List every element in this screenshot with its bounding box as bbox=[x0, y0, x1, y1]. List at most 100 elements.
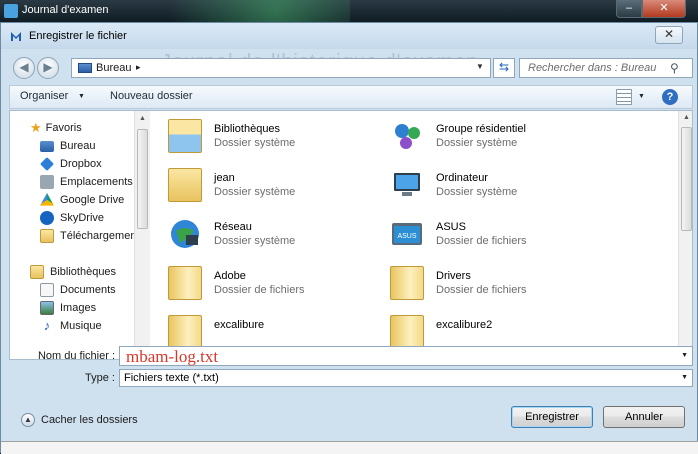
sidebar-item-favorites[interactable]: ★ Favoris bbox=[30, 119, 82, 137]
sidebar-item-label: Documents bbox=[60, 284, 116, 296]
filename-value[interactable]: mbam-log.txt bbox=[126, 347, 218, 367]
nav-scrollbar[interactable]: ▲ ▼ bbox=[134, 111, 150, 359]
file-list-scroll-thumb[interactable] bbox=[681, 127, 692, 231]
google-drive-icon bbox=[40, 193, 54, 206]
sidebar-item-google-drive[interactable]: Google Drive bbox=[40, 191, 124, 209]
search-input[interactable]: Rechercher dans : Bureau ⚲ bbox=[519, 58, 693, 78]
folder-icon bbox=[390, 266, 424, 300]
file-type-select[interactable]: Fichiers texte (*.txt) ▼ bbox=[119, 369, 693, 387]
asus-folder-icon: ASUS bbox=[392, 223, 422, 245]
homegroup-icon bbox=[395, 124, 420, 149]
malwarebytes-icon bbox=[11, 32, 21, 41]
file-name: excalibure2 bbox=[436, 319, 493, 331]
cancel-button[interactable]: Annuler bbox=[603, 406, 685, 428]
close-button[interactable]: ✕ bbox=[642, 0, 686, 18]
sidebar-item-label: Bureau bbox=[60, 140, 96, 152]
underlying-window-edge bbox=[1, 441, 698, 454]
file-type: Dossier système bbox=[214, 186, 296, 198]
breadcrumb-chevron-icon[interactable]: ▸ bbox=[136, 62, 141, 73]
images-icon bbox=[40, 301, 54, 315]
app-icon bbox=[4, 4, 18, 18]
sidebar-item-images[interactable]: Images bbox=[40, 299, 96, 317]
libraries-folder-icon bbox=[168, 119, 202, 153]
svg-text:ASUS: ASUS bbox=[397, 233, 416, 240]
dropbox-icon bbox=[40, 157, 54, 171]
file-type: Dossier de fichiers bbox=[214, 284, 305, 296]
new-folder-button[interactable]: Nouveau dossier bbox=[110, 90, 193, 102]
address-bar[interactable]: Bureau ▸ ▼ bbox=[71, 58, 491, 78]
sidebar-item-label: Bibliothèques bbox=[50, 266, 117, 278]
file-name: jean bbox=[214, 172, 235, 184]
organize-chevron-down-icon[interactable]: ▼ bbox=[78, 93, 85, 100]
background-window-title: Journal d'examen bbox=[22, 4, 109, 16]
dialog-title: Enregistrer le fichier bbox=[29, 30, 127, 42]
documents-icon bbox=[40, 283, 54, 297]
search-placeholder: Rechercher dans : Bureau bbox=[528, 62, 657, 74]
sidebar-item-dropbox[interactable]: Dropbox bbox=[40, 155, 102, 173]
file-list-scrollbar[interactable]: ▲ ▼ bbox=[678, 111, 692, 359]
skydrive-icon bbox=[40, 211, 54, 225]
file-name: Bibliothèques bbox=[214, 123, 281, 135]
toolbar: Organiser ▼ Nouveau dossier ▼ ? bbox=[9, 85, 693, 109]
file-item[interactable]: Réseau Dossier système bbox=[168, 215, 388, 255]
file-name: excalibure bbox=[214, 319, 265, 331]
back-button[interactable]: ◀ bbox=[13, 57, 35, 79]
file-name: ASUS bbox=[436, 221, 466, 233]
scroll-up-icon[interactable]: ▲ bbox=[139, 115, 146, 122]
file-type: Dossier système bbox=[436, 137, 518, 149]
minimize-button[interactable]: – bbox=[616, 0, 642, 18]
file-item[interactable]: jean Dossier système bbox=[168, 166, 388, 206]
sidebar-item-documents[interactable]: Documents bbox=[40, 281, 116, 299]
folder-icon bbox=[168, 315, 202, 349]
file-item[interactable]: Adobe Dossier de fichiers bbox=[168, 264, 388, 304]
forward-button[interactable]: ▶ bbox=[37, 57, 59, 79]
address-location[interactable]: Bureau bbox=[96, 62, 131, 74]
file-item[interactable]: Drivers Dossier de fichiers bbox=[390, 264, 610, 304]
hide-folders-button[interactable]: ▲ Cacher les dossiers bbox=[21, 412, 138, 428]
sidebar-item-bureau[interactable]: Bureau bbox=[40, 137, 95, 155]
save-button[interactable]: Enregistrer bbox=[511, 406, 593, 428]
chevron-up-icon: ▲ bbox=[21, 413, 35, 427]
sidebar-item-label: Google Drive bbox=[60, 194, 125, 206]
type-label: Type : bbox=[85, 372, 115, 384]
refresh-button[interactable]: ⇆ bbox=[493, 58, 515, 78]
sidebar-item-recent-places[interactable]: Emplacements ré bbox=[40, 173, 146, 191]
view-options-icon[interactable] bbox=[616, 89, 632, 105]
nav-scroll-thumb[interactable] bbox=[137, 129, 148, 229]
filename-field[interactable]: mbam-log.txt ▼ bbox=[119, 346, 693, 366]
file-type-value: Fichiers texte (*.txt) bbox=[124, 372, 219, 384]
user-folder-icon bbox=[168, 168, 202, 202]
chevron-down-icon[interactable]: ▼ bbox=[681, 374, 688, 381]
file-item[interactable]: Groupe résidentiel Dossier système bbox=[390, 117, 610, 157]
file-item[interactable]: Ordinateur Dossier système bbox=[390, 166, 610, 206]
scroll-up-icon[interactable]: ▲ bbox=[683, 114, 690, 121]
sidebar-item-downloads[interactable]: Téléchargements bbox=[40, 227, 145, 245]
help-icon[interactable]: ? bbox=[662, 89, 678, 105]
downloads-icon bbox=[40, 229, 54, 243]
chevron-down-icon[interactable]: ▼ bbox=[681, 352, 688, 359]
sidebar-item-skydrive[interactable]: SkyDrive bbox=[40, 209, 104, 227]
file-name: Drivers bbox=[436, 270, 471, 282]
background-window-titlebar: Journal d'examen – ✕ bbox=[0, 0, 698, 22]
file-list: Bibliothèques Dossier système Groupe rés… bbox=[160, 111, 678, 359]
music-icon: ♪ bbox=[43, 318, 51, 333]
sidebar-item-music[interactable]: ♪ Musique bbox=[40, 317, 102, 335]
view-chevron-down-icon[interactable]: ▼ bbox=[638, 93, 645, 100]
desktop-icon bbox=[78, 63, 92, 73]
file-name: Adobe bbox=[214, 270, 246, 282]
address-dropdown-icon[interactable]: ▼ bbox=[476, 62, 484, 71]
organize-button[interactable]: Organiser bbox=[20, 90, 68, 102]
file-item[interactable]: ASUS ASUS Dossier de fichiers bbox=[390, 215, 610, 255]
sidebar-item-libraries[interactable]: Bibliothèques bbox=[30, 263, 116, 281]
folder-icon bbox=[390, 315, 424, 349]
filename-label: Nom du fichier : bbox=[37, 350, 115, 362]
computer-icon bbox=[394, 173, 420, 196]
dialog-close-button[interactable]: ✕ bbox=[655, 26, 683, 44]
search-icon[interactable]: ⚲ bbox=[670, 61, 679, 75]
sidebar-item-label: Musique bbox=[60, 320, 102, 332]
hide-folders-label: Cacher les dossiers bbox=[41, 414, 138, 426]
sidebar-item-label: Favoris bbox=[45, 122, 82, 134]
file-type: Dossier de fichiers bbox=[436, 235, 527, 247]
file-type: Dossier système bbox=[214, 235, 296, 247]
file-item[interactable]: Bibliothèques Dossier système bbox=[168, 117, 388, 157]
